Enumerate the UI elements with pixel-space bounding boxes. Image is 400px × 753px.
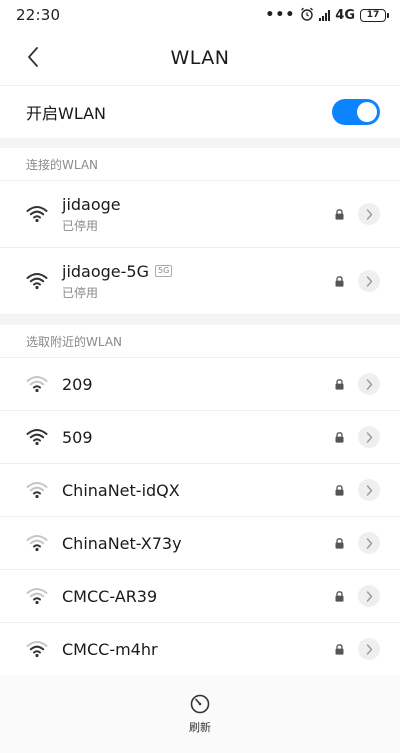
wifi-signal-icon — [26, 535, 48, 552]
network-text: jidaoge-5G 5G 已停用 — [62, 262, 335, 301]
network-ssid: ChinaNet-idQX — [62, 480, 180, 500]
wifi-signal-icon — [26, 206, 48, 223]
network-ssid: jidaoge — [62, 194, 121, 214]
nearby-network-list: 209 509 ChinaNet-idQX ChinaNet-X73y CMCC-AR3… — [0, 358, 400, 676]
network-text: CMCC-m4hr — [62, 640, 335, 659]
wlan-toggle-label: 开启WLAN — [26, 104, 107, 123]
wifi-network-row[interactable]: jidaoge 已停用 — [0, 181, 400, 248]
wifi-network-row[interactable]: 509 — [0, 411, 400, 464]
network-text: ChinaNet-idQX — [62, 481, 335, 500]
wifi-network-row[interactable]: CMCC-AR39 — [0, 570, 400, 623]
lock-icon — [335, 484, 344, 496]
network-ssid: CMCC-m4hr — [62, 639, 158, 659]
wifi-network-row[interactable]: 209 — [0, 358, 400, 411]
network-ssid: jidaoge-5G — [62, 261, 149, 281]
battery-level: 17 — [366, 10, 380, 20]
ssid-line: ChinaNet-X73y — [62, 534, 335, 553]
network-text: jidaoge 已停用 — [62, 195, 335, 234]
lock-icon — [335, 590, 344, 602]
status-icons: ••• 4G 17 — [265, 7, 389, 24]
network-detail-button[interactable] — [358, 203, 380, 225]
chevron-right-icon — [366, 378, 372, 390]
network-type: 4G — [335, 7, 355, 23]
network-status: 已停用 — [62, 285, 99, 300]
lock-icon — [335, 643, 344, 655]
network-ssid: 509 — [62, 427, 93, 447]
wifi-network-row[interactable]: CMCC-m4hr — [0, 623, 400, 676]
network-detail-button[interactable] — [358, 270, 380, 292]
wifi-network-row[interactable]: jidaoge-5G 5G 已停用 — [0, 248, 400, 315]
chevron-right-icon — [366, 208, 372, 220]
network-ssid: CMCC-AR39 — [62, 586, 158, 606]
wifi-signal-icon — [26, 641, 48, 658]
ssid-line: ChinaNet-idQX — [62, 481, 335, 500]
lock-icon — [335, 431, 344, 443]
section-divider — [0, 315, 400, 325]
network-text: 509 — [62, 428, 335, 447]
chevron-left-icon — [28, 47, 38, 67]
lock-icon — [335, 378, 344, 390]
network-text: 209 — [62, 375, 335, 394]
network-status: 已停用 — [62, 218, 99, 233]
chevron-right-icon — [366, 643, 372, 655]
band-badge: 5G — [155, 265, 173, 277]
network-ssid: 209 — [62, 374, 93, 394]
wifi-signal-icon — [26, 588, 48, 605]
network-detail-button[interactable] — [358, 373, 380, 395]
network-text: CMCC-AR39 — [62, 587, 335, 606]
network-text: ChinaNet-X73y — [62, 534, 335, 553]
lock-icon — [335, 275, 344, 287]
ssid-line: jidaoge — [62, 195, 335, 214]
connected-network-list: jidaoge 已停用 jidaoge-5G 5G 已停用 — [0, 181, 400, 315]
network-detail-button[interactable] — [358, 426, 380, 448]
chevron-right-icon — [366, 431, 372, 443]
network-detail-button[interactable] — [358, 532, 380, 554]
wifi-network-row[interactable]: ChinaNet-idQX — [0, 464, 400, 517]
chevron-right-icon — [366, 275, 372, 287]
wlan-switch[interactable] — [332, 99, 380, 125]
ssid-line: 209 — [62, 375, 335, 394]
wifi-signal-icon — [26, 482, 48, 499]
refresh-icon — [190, 694, 210, 714]
page-title: WLAN — [170, 46, 230, 69]
connected-section-title: 连接的WLAN — [0, 148, 400, 181]
back-button[interactable] — [18, 42, 48, 72]
ssid-line: jidaoge-5G 5G — [62, 262, 335, 281]
wifi-network-row[interactable]: ChinaNet-X73y — [0, 517, 400, 570]
refresh-label: 刷新 — [189, 721, 211, 734]
section-divider — [0, 138, 400, 148]
network-detail-button[interactable] — [358, 638, 380, 660]
ssid-line: CMCC-m4hr — [62, 640, 335, 659]
status-time: 22:30 — [16, 6, 61, 24]
wlan-toggle-row[interactable]: 开启WLAN — [0, 85, 400, 138]
chevron-right-icon — [366, 590, 372, 602]
network-detail-button[interactable] — [358, 479, 380, 501]
battery-icon: 17 — [360, 8, 389, 22]
bottom-bar: 刷新 — [0, 675, 400, 753]
wifi-signal-icon — [26, 376, 48, 393]
notification-dots: ••• — [265, 7, 296, 23]
wlan-settings-screen: 22:30 ••• 4G 17 WLAN 开启WLAN 连接的WLAN jida… — [0, 0, 400, 753]
ssid-line: CMCC-AR39 — [62, 587, 335, 606]
ssid-line: 509 — [62, 428, 335, 447]
refresh-button[interactable]: 刷新 — [189, 693, 211, 735]
signal-icon — [319, 9, 331, 21]
lock-icon — [335, 537, 344, 549]
chevron-right-icon — [366, 484, 372, 496]
chevron-right-icon — [366, 537, 372, 549]
network-ssid: ChinaNet-X73y — [62, 533, 182, 553]
switch-knob — [357, 102, 377, 122]
nearby-section-title: 选取附近的WLAN — [0, 325, 400, 358]
header: WLAN — [0, 30, 400, 85]
network-detail-button[interactable] — [358, 585, 380, 607]
status-bar: 22:30 ••• 4G 17 — [0, 0, 400, 30]
wifi-signal-icon — [26, 429, 48, 446]
alarm-icon — [300, 7, 314, 24]
lock-icon — [335, 208, 344, 220]
wifi-signal-icon — [26, 273, 48, 290]
